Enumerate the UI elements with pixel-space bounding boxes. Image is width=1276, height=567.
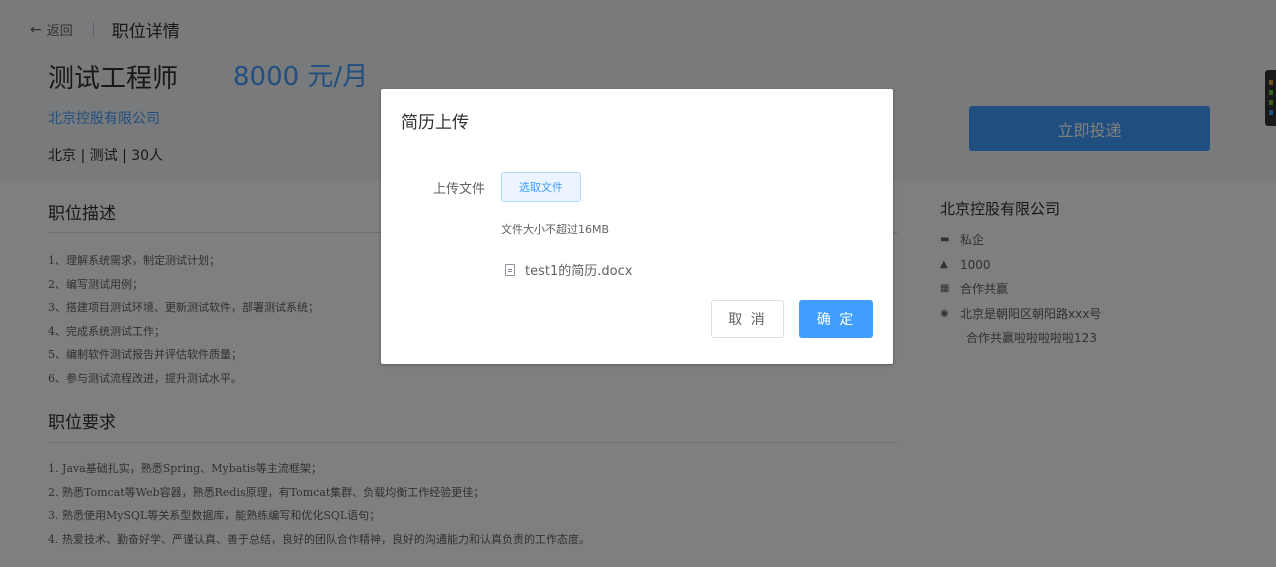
uploaded-file-item[interactable]: test1的简历.docx	[505, 260, 632, 279]
dialog-title: 简历上传	[401, 113, 469, 133]
choose-file-button[interactable]: 选取文件	[501, 172, 581, 202]
document-icon	[505, 263, 515, 276]
resume-upload-dialog: 简历上传 上传文件 选取文件 文件大小不超过16MB test1的简历.docx…	[381, 89, 893, 364]
upload-tip: 文件大小不超过16MB	[501, 223, 610, 236]
upload-field-label: 上传文件	[433, 182, 486, 197]
cancel-button[interactable]: 取 消	[711, 300, 784, 338]
confirm-button[interactable]: 确 定	[799, 300, 873, 338]
file-name: test1的简历.docx	[525, 264, 633, 279]
